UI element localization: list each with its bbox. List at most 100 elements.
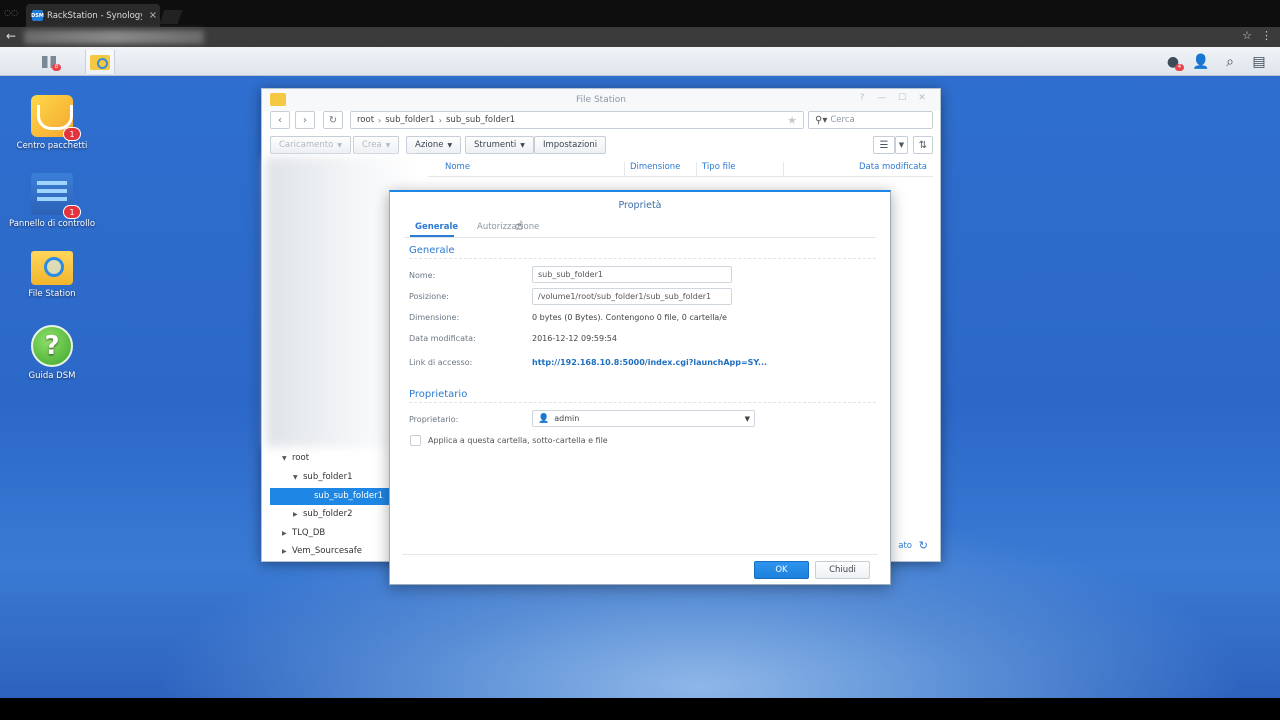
search-input[interactable]: ⚲▾ Cerca <box>808 111 933 129</box>
caret-down-icon: ▼ <box>520 141 525 149</box>
maximize-icon[interactable]: ☐ <box>896 93 908 103</box>
action-button[interactable]: Azione ▼ <box>406 136 462 154</box>
dialog-footer-divider <box>402 554 878 555</box>
toolbar: Caricamento ▼ Crea ▼ Azione ▼ Strumenti ▼ Im… <box>270 136 934 156</box>
owner-select[interactable]: 👤 admin ▼ <box>532 410 755 427</box>
close-icon[interactable]: ✕ <box>916 93 928 103</box>
properties-dialog: Proprietà Generale Autorizzazione ☝ Gene… <box>389 190 891 585</box>
breadcrumb[interactable]: root › sub_folder1 › sub_sub_folder1 ★ <box>350 111 804 129</box>
expand-arrow-icon[interactable]: ▼ <box>282 455 292 462</box>
apply-recursive-checkbox[interactable] <box>410 435 421 446</box>
forward-button[interactable]: › <box>295 111 315 129</box>
notifications-icon[interactable]: ● 4 <box>1164 53 1184 71</box>
tree-item-sub-sub-folder1[interactable]: sub_sub_folder1 <box>314 491 383 501</box>
favorite-star-icon[interactable]: ★ <box>787 114 797 127</box>
close-button[interactable]: Chiudi <box>815 561 870 579</box>
refresh-icon[interactable]: ↻ <box>919 539 928 552</box>
column-file-type[interactable]: Tipo file <box>696 162 736 176</box>
tree-item-tlq-db[interactable]: ▶ TLQ_DB <box>282 528 325 538</box>
tree-item-label: sub_folder2 <box>303 509 353 519</box>
refresh-button[interactable]: ↻ <box>323 111 343 129</box>
user-icon: 👤 <box>538 413 550 424</box>
column-name[interactable]: Nome <box>440 162 470 176</box>
modified-value: 2016-12-12 09:59:54 <box>532 334 617 343</box>
control-panel-icon: 1 <box>31 173 81 219</box>
sort-icon: ⇅ <box>918 139 928 151</box>
taskbar-file-station-button[interactable] <box>85 50 115 74</box>
active-tab-indicator <box>410 235 454 237</box>
create-button[interactable]: Crea ▼ <box>353 136 400 154</box>
ok-button[interactable]: OK <box>754 561 809 579</box>
apps-icon[interactable]: ◌◌ <box>4 8 18 17</box>
view-dropdown-button[interactable]: ▼ <box>895 136 908 154</box>
tab-general[interactable]: Generale <box>415 222 458 232</box>
notifications-badge: 4 <box>1175 64 1184 71</box>
window-title-bar[interactable]: File Station ? — ☐ ✕ <box>262 89 940 111</box>
hand-cursor-icon: ☝ <box>515 219 523 234</box>
create-label: Crea <box>362 140 382 150</box>
desktop-icon-dsm-help[interactable]: ? Guida DSM <box>7 325 97 381</box>
desktop-icon-file-station[interactable]: File Station <box>7 243 97 299</box>
dsm-desktop: 8 ● 4 👤 ⌕ ▤ 1 Centro pacchetti 1 Pannello… <box>0 47 1280 698</box>
bookmark-star-icon[interactable]: ☆ <box>1242 29 1252 42</box>
location-field[interactable]: /volume1/root/sub_folder1/sub_sub_folder… <box>532 288 732 305</box>
dsm-taskbar: 8 ● 4 👤 ⌕ ▤ <box>0 47 1280 76</box>
dialog-tabs: Generale Autorizzazione <box>404 216 876 238</box>
tree-item-sub-folder2[interactable]: ▶ sub_folder2 <box>293 509 353 519</box>
tree-item-label: root <box>292 453 310 463</box>
section-general-title: Generale <box>409 245 876 259</box>
tree-item-sub-folder1[interactable]: ▼ sub_folder1 <box>293 472 353 482</box>
collapsed-arrow-icon[interactable]: ▶ <box>282 548 292 555</box>
search-icon[interactable]: ⌕ <box>1221 53 1239 71</box>
upload-button[interactable]: Caricamento ▼ <box>270 136 351 154</box>
desktop-icon-control-panel[interactable]: 1 Pannello di controllo <box>7 173 97 229</box>
breadcrumb-item[interactable]: sub_sub_folder1 <box>446 115 515 125</box>
name-field[interactable]: sub_sub_folder1 <box>532 266 732 283</box>
desktop-icon-package-center[interactable]: 1 Centro pacchetti <box>7 95 97 151</box>
tab-permissions[interactable]: Autorizzazione <box>477 222 539 232</box>
new-tab-button[interactable] <box>159 10 183 24</box>
back-arrow-icon[interactable]: ← <box>6 29 16 43</box>
browser-tab-strip: ◌◌ DSM RackStation - Synology I × <box>0 0 1280 27</box>
desktop-icon-label: Guida DSM <box>28 371 76 381</box>
browser-menu-icon[interactable]: ⋮ <box>1261 29 1272 42</box>
main-menu-button[interactable]: 8 <box>34 50 64 74</box>
breadcrumb-item[interactable]: root <box>357 115 374 125</box>
caret-down-icon: ▼ <box>385 141 391 149</box>
tree-item-vem-sourcesafe[interactable]: ▶ Vem_Sourcesafe <box>282 546 362 556</box>
sort-button[interactable]: ⇅ <box>913 136 933 154</box>
tree-item-label: Vem_Sourcesafe <box>292 546 362 556</box>
column-modified-date[interactable]: Data modificata <box>783 162 933 176</box>
main-menu-icon: 8 <box>42 56 61 71</box>
collapsed-arrow-icon[interactable]: ▶ <box>293 511 303 518</box>
desktop-icon-label: File Station <box>28 289 76 299</box>
collapsed-arrow-icon[interactable]: ▶ <box>282 530 292 537</box>
address-bar[interactable] <box>24 30 204 44</box>
help-icon: ? <box>31 325 73 367</box>
apply-recursive-label: Applica a questa cartella, sotto-cartell… <box>428 436 608 445</box>
tree-item-root[interactable]: ▼ root <box>282 453 309 463</box>
caret-down-icon: ▼ <box>898 141 905 149</box>
main-menu-badge: 8 <box>52 64 61 71</box>
widgets-icon[interactable]: ▤ <box>1250 53 1268 71</box>
minimize-icon[interactable]: — <box>876 93 888 103</box>
help-icon[interactable]: ? <box>856 93 868 103</box>
list-view-button[interactable]: ☰ <box>873 136 895 154</box>
column-size[interactable]: Dimensione <box>624 162 680 176</box>
file-station-icon <box>90 54 110 70</box>
desktop-icon-label: Centro pacchetti <box>16 141 88 151</box>
expand-arrow-icon[interactable]: ▼ <box>293 474 303 481</box>
browser-tab[interactable]: DSM RackStation - Synology I × <box>26 4 160 27</box>
desktop-icon-label: Pannello di controllo <box>8 219 96 229</box>
chevron-left-icon: ‹ <box>278 114 282 126</box>
settings-button[interactable]: Impostazioni <box>534 136 607 154</box>
breadcrumb-item[interactable]: sub_folder1 <box>385 115 435 125</box>
tools-button[interactable]: Strumenti ▼ <box>465 136 534 154</box>
search-placeholder: Cerca <box>830 115 855 125</box>
size-label: Dimensione: <box>409 313 460 322</box>
access-link[interactable]: http://192.168.10.8:5000/index.cgi?launc… <box>532 358 767 367</box>
back-button[interactable]: ‹ <box>270 111 290 129</box>
caret-down-icon: ▼ <box>337 141 342 149</box>
close-tab-icon[interactable]: × <box>146 10 160 21</box>
user-icon[interactable]: 👤 <box>1192 53 1210 71</box>
